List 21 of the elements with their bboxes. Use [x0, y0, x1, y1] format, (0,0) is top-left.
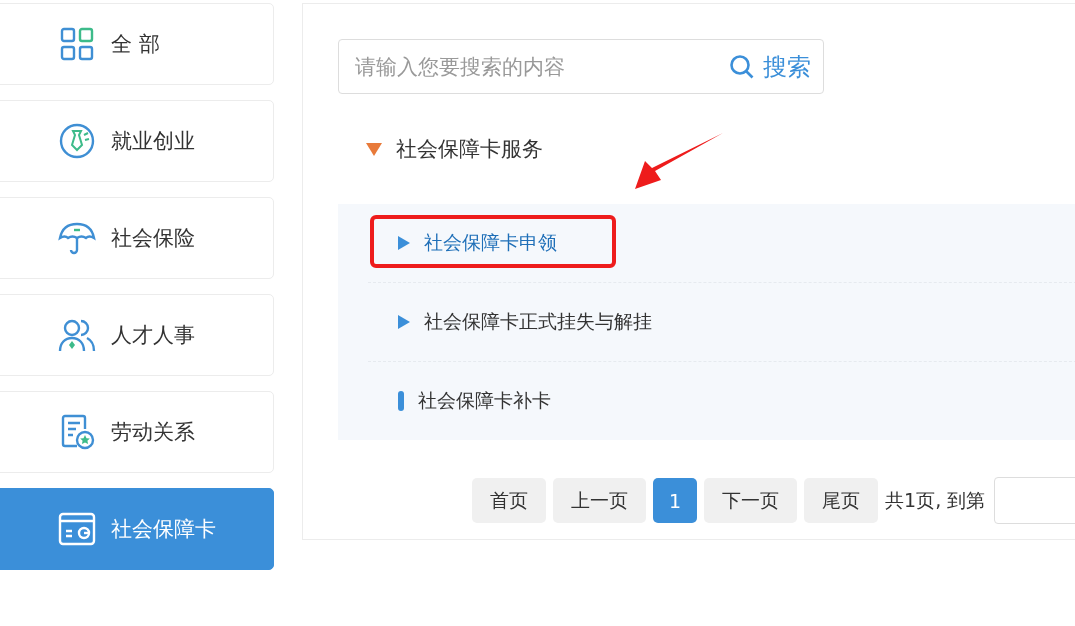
sidebar-item[interactable]: 社会保险: [0, 197, 274, 279]
page-number-input[interactable]: [994, 477, 1075, 524]
tree-node-label: 社会保障卡服务: [396, 136, 543, 163]
tree-item-link[interactable]: 社会保障卡申领: [424, 230, 557, 256]
page-button[interactable]: 下一页: [704, 478, 798, 523]
bar-icon: [398, 391, 404, 411]
sidebar-item[interactable]: 就业创业: [0, 100, 274, 182]
tree-item-link[interactable]: 社会保障卡正式挂失与解挂: [424, 309, 652, 335]
page-button[interactable]: 上一页: [553, 478, 646, 523]
caret-right-icon: [398, 315, 410, 329]
tree-item-link[interactable]: 社会保障卡补卡: [418, 388, 551, 414]
tree-node[interactable]: 社会保障卡服务: [338, 94, 1075, 204]
caret-right-icon: [398, 236, 410, 250]
page-button[interactable]: 尾页: [804, 478, 879, 523]
search-icon: [729, 53, 755, 80]
page-info: 共1页, 到第: [885, 487, 986, 513]
sidebar-item[interactable]: 人才人事: [0, 294, 274, 376]
sidebar-item[interactable]: 全 部: [0, 3, 274, 85]
sidebar-item[interactable]: 劳动关系: [0, 391, 274, 473]
tie-icon: [57, 121, 97, 161]
page-button[interactable]: 首页: [472, 478, 546, 523]
